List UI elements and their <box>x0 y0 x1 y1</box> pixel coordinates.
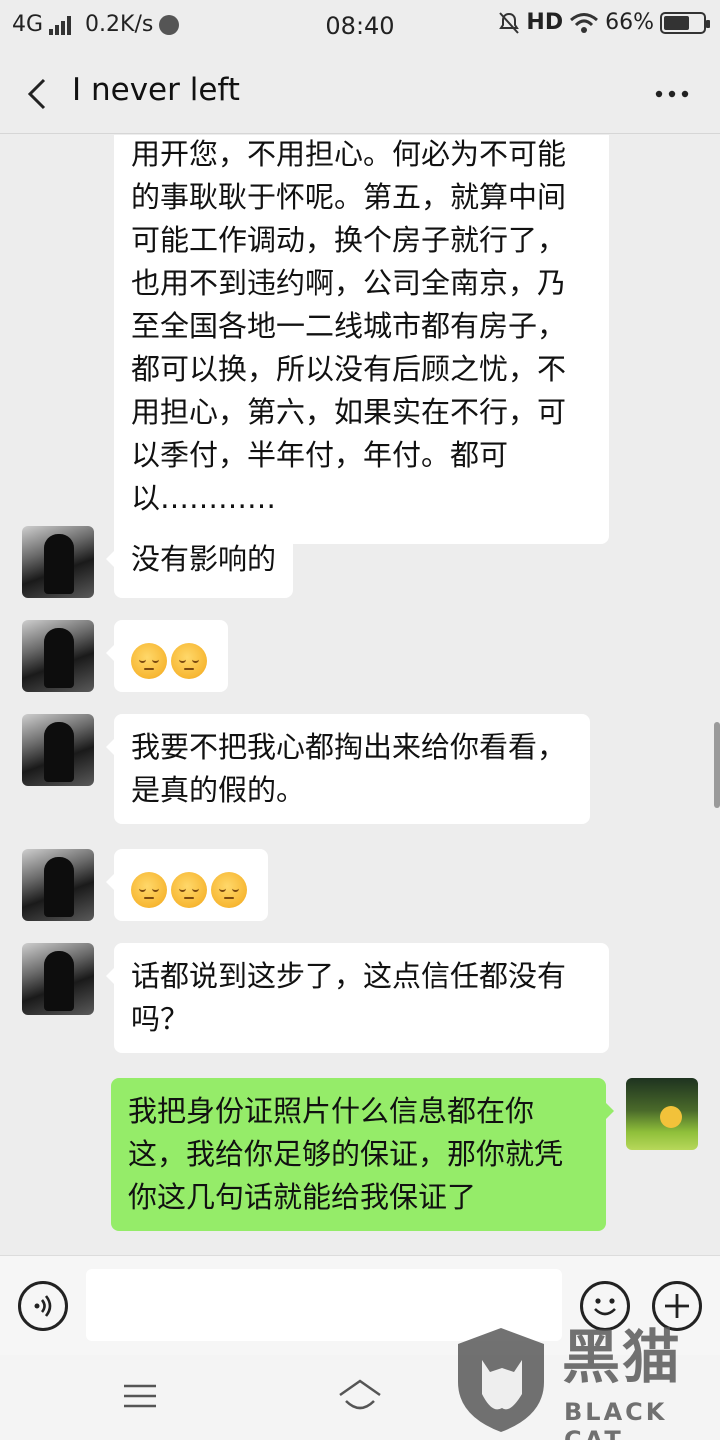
pensive-face-icon <box>131 643 167 679</box>
message-bubble[interactable]: 我要不把我心都掏出来给你看看，是真的假的。 <box>106 714 590 824</box>
message-list[interactable]: 用开您，不用担心。何必为不可能的事耿耿于怀呢。第五，就算中间可能工作调动，换个房… <box>0 135 720 1255</box>
chevron-left-icon[interactable] <box>20 74 56 114</box>
voice-icon[interactable] <box>18 1281 68 1331</box>
message-text: 没有影响的 <box>131 542 277 576</box>
sent-message-bubble[interactable]: 我把身份证照片什么信息都在你这，我给你足够的保证，那你就凭你这几句话就能给我保证… <box>111 1078 614 1231</box>
home-icon[interactable] <box>336 1377 384 1417</box>
pensive-face-icon <box>171 872 207 908</box>
contact-avatar[interactable] <box>22 943 94 1015</box>
scrollbar[interactable] <box>714 722 720 808</box>
pensive-face-icon <box>171 643 207 679</box>
menu-icon[interactable] <box>122 1381 158 1411</box>
contact-avatar[interactable] <box>22 849 94 921</box>
more-horizontal-icon[interactable] <box>654 84 690 104</box>
emoji-message-bubble[interactable] <box>106 849 268 921</box>
pensive-face-icon <box>211 872 247 908</box>
message-text: 我要不把我心都掏出来给你看看，是真的假的。 <box>131 730 567 807</box>
watermark-subtitle: BLACK CAT <box>564 1398 668 1440</box>
hd-badge: HD <box>526 10 564 35</box>
message-bubble[interactable]: 没有影响的 <box>105 526 294 598</box>
status-bar: 4G 0.2K/s 08:40 HD 66% <box>0 0 720 52</box>
message-text: 话都说到这步了，这点信任都没有吗？ <box>131 959 567 1036</box>
contact-avatar[interactable] <box>22 526 94 598</box>
message-text: 我把身份证照片什么信息都在你这，我给你足够的保证，那你就凭你这几句话就能给我保证… <box>128 1094 564 1214</box>
battery-percent: 66% <box>605 10 654 35</box>
pensive-face-icon <box>131 872 167 908</box>
black-cat-logo-icon <box>458 1328 544 1432</box>
self-avatar[interactable] <box>626 1078 698 1150</box>
wifi-icon <box>570 12 599 33</box>
message-bubble[interactable]: 话都说到这步了，这点信任都没有吗？ <box>106 943 609 1053</box>
message-bubble[interactable]: 用开您，不用担心。何必为不可能的事耿耿于怀呢。第五，就算中间可能工作调动，换个房… <box>114 135 609 544</box>
contact-avatar[interactable] <box>22 714 94 786</box>
watermark-title: 黑猫 <box>562 1323 683 1391</box>
mute-bell-icon <box>499 11 520 34</box>
chat-header: I never left <box>0 52 720 134</box>
battery-level <box>664 15 690 30</box>
contact-avatar[interactable] <box>22 620 94 692</box>
battery-icon <box>660 11 710 34</box>
emoji-message-bubble[interactable] <box>106 620 228 692</box>
black-cat-watermark: 黑猫 BLACK CAT <box>450 1320 720 1440</box>
message-text: 用开您，不用担心。何必为不可能的事耿耿于怀呢。第五，就算中间可能工作调动，换个房… <box>131 137 567 515</box>
chat-title: I never left <box>72 72 240 108</box>
status-right: HD 66% <box>498 10 710 35</box>
